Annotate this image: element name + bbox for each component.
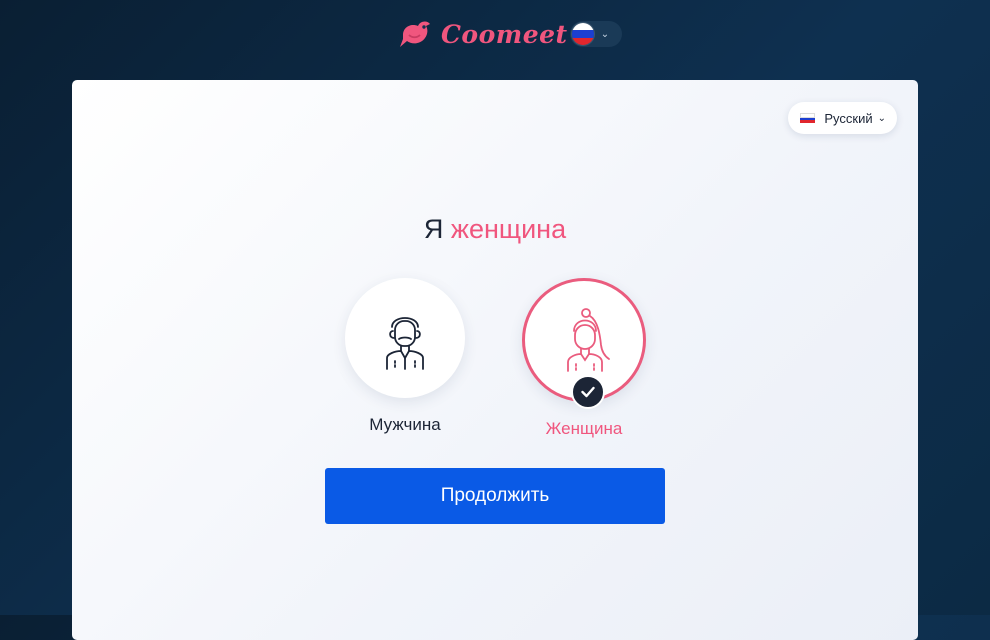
gender-option-label: Мужчина [369,415,441,434]
title-prefix: Я [423,214,444,244]
russia-flag-icon [572,23,594,45]
gender-selection-card: Русский ⌄ Я женщина Мужчина Женщина Прод… [72,80,918,640]
female-avatar-icon [567,308,610,372]
logo[interactable]: Coomeet [397,14,568,54]
gender-option-male[interactable]: Мужчина [343,278,467,435]
gender-option-label: Женщина [545,419,623,438]
language-switch-button[interactable]: ⌄ [570,21,622,47]
male-avatar-circle[interactable] [345,278,465,398]
chevron-down-icon: ⌄ [877,112,886,124]
bird-logo-icon [400,21,430,47]
language-label: Русский [824,110,873,126]
logo-text: Coomeet [441,19,568,49]
selected-check-icon [571,375,605,409]
page-title: Я женщина [72,214,918,245]
gender-option-female[interactable]: Женщина [522,278,646,439]
top-bar: Coomeet ⌄ [0,0,990,70]
language-selector[interactable]: Русский ⌄ [788,102,897,134]
continue-button[interactable]: Продолжить [325,468,665,524]
chevron-down-icon: ⌄ [600,28,610,40]
female-avatar-circle[interactable] [522,278,646,409]
title-accent: женщина [450,214,567,244]
male-avatar-icon [386,317,424,370]
russia-flag-icon [800,113,816,124]
